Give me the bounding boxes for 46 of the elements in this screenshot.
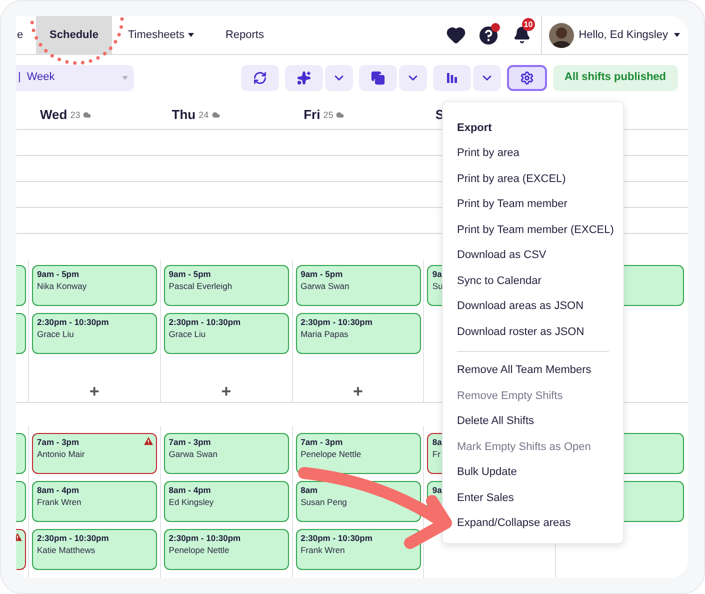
shift-name: Susan Peng [300,496,347,508]
publish-status: All shifts published [552,64,678,90]
shift-name: Ed Kingsley [168,496,214,508]
shift-time: 8am - 4pm [37,484,80,496]
shift-time: 7am - 3pm [300,436,343,448]
day-date: 23 [70,108,80,122]
shift-time: 9am - 5pm [300,268,343,280]
shift-name: Fr [432,448,440,460]
select-divider: | [18,70,21,86]
shift-name: Penelope Nettle [168,544,230,556]
select-value: Week [26,70,55,86]
shift-name: Maria Papas [300,328,348,340]
shift-name: Grace Liu [37,328,74,340]
notification-badge: 10 [522,18,535,31]
day-name: Wed [40,106,68,124]
shift-time: 2:30pm - 10:30pm [300,532,372,544]
shift-name: Su [432,280,443,292]
shift-time: 2:30pm - 10:30pm [168,532,241,544]
shift-time: 9a [432,484,442,496]
shift-time: 2:30pm - 10:30pm [37,316,109,328]
shift-time: 7am - 3pm [37,436,80,448]
shift-time: 2:30pm - 10:30pm [168,316,241,328]
day-date: 24 [198,108,209,122]
shift-time: 8a [432,436,442,448]
shift-name: Pascal Everleigh [168,280,232,292]
shift-name: Frank Wren [37,496,82,508]
shift-name: Katie Matthews [37,544,96,556]
shift-name: Grace Liu [168,328,206,340]
day-date: 25 [323,108,334,122]
shift-time: 8am - 4pm [168,484,211,496]
day-name: Thu [172,106,196,124]
shift-name: Penelope Nettle [300,448,362,460]
day-name: Fri [304,106,320,124]
shift-time: 2:30pm - 10:30pm [300,316,372,328]
shift-time: 7am - 3pm [168,436,211,448]
shift-name: Garwa Swan [300,280,350,292]
shift-name: Nika Konway [37,280,87,292]
shift-time: 2:30pm - 10:30pm [37,532,109,544]
shift-time: 9am - 5pm [168,268,211,280]
shift-time: 9am - 5pm [37,268,80,280]
shift-name: Garwa Swan [168,448,218,460]
menu-header: Export [456,120,493,136]
shift-time: 8am [300,484,318,496]
shift-name: Antonio Mair [37,448,85,460]
shift-name: Frank Wren [300,544,345,556]
shift-time: 9a [432,268,442,280]
